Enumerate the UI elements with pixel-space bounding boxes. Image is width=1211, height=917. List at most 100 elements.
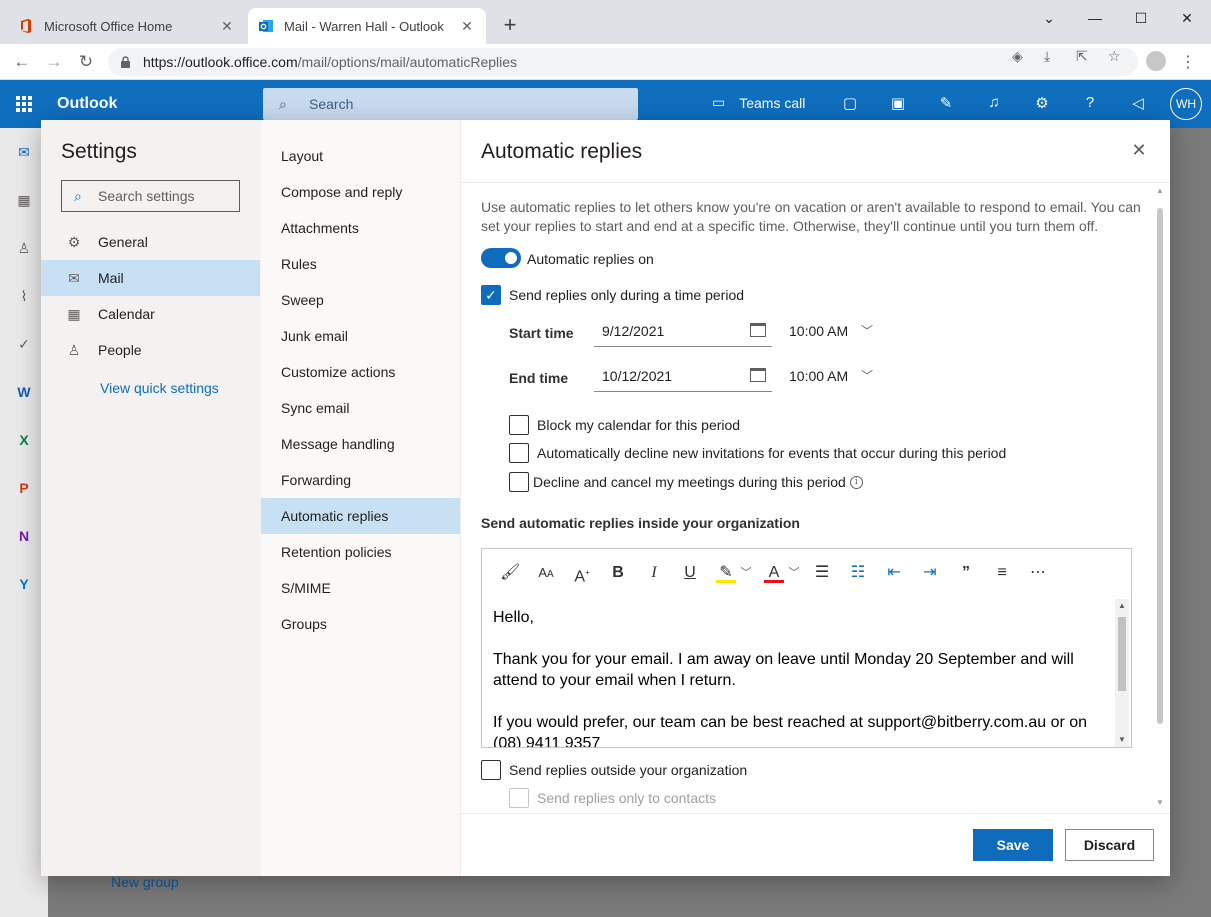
- font-color-icon[interactable]: A: [764, 563, 784, 583]
- font-size-icon[interactable]: A+: [572, 563, 592, 585]
- outlook-brand[interactable]: Outlook: [57, 95, 117, 113]
- outlook-search-box[interactable]: ⌕ Search: [263, 88, 638, 120]
- office-apps-icon[interactable]: ▣: [888, 94, 908, 114]
- settings-gear-icon[interactable]: ⚙: [1032, 94, 1052, 114]
- nav-junk-email[interactable]: Junk email: [261, 318, 460, 354]
- nav-groups[interactable]: Groups: [261, 606, 460, 642]
- app-launcher-icon[interactable]: [16, 96, 32, 112]
- nav-smime[interactable]: S/MIME: [261, 570, 460, 606]
- notifications-bell-icon[interactable]: ♫: [984, 94, 1004, 114]
- nav-message-handling[interactable]: Message handling: [261, 426, 460, 462]
- align-icon[interactable]: ≡: [992, 563, 1012, 583]
- nav-rules[interactable]: Rules: [261, 246, 460, 282]
- decline-cancel-meetings-checkbox[interactable]: [509, 472, 529, 492]
- settings-category-general[interactable]: ⚙ General: [41, 224, 260, 260]
- start-time-dropdown[interactable]: 10:00 AM ﹀: [789, 315, 879, 347]
- calendar-icon[interactable]: ▦: [14, 190, 34, 210]
- browser-menu-icon[interactable]: ⋮: [1180, 52, 1196, 72]
- mail-icon[interactable]: ✉: [14, 142, 34, 162]
- automatic-replies-toggle[interactable]: [481, 248, 521, 268]
- back-icon[interactable]: ←: [10, 50, 34, 74]
- yammer-icon[interactable]: Y: [14, 574, 34, 594]
- account-avatar[interactable]: WH: [1170, 88, 1202, 120]
- scroll-down-icon[interactable]: ▼: [1118, 735, 1126, 744]
- attachment-icon[interactable]: ⌇: [14, 286, 34, 306]
- font-icon[interactable]: AA: [536, 563, 556, 583]
- outside-org-checkbox[interactable]: [481, 760, 501, 780]
- url-field[interactable]: https://outlook.office.com/mail/options/…: [108, 48, 1138, 76]
- decrease-indent-icon[interactable]: ⇤: [884, 563, 904, 583]
- end-time-dropdown[interactable]: 10:00 AM ﹀: [789, 360, 879, 392]
- powerpoint-icon[interactable]: P: [14, 478, 34, 498]
- scrollbar-thumb[interactable]: [1157, 208, 1163, 724]
- bullets-icon[interactable]: ☰: [812, 563, 832, 583]
- info-icon[interactable]: i: [849, 476, 863, 489]
- contacts-only-checkbox[interactable]: [509, 788, 529, 808]
- view-quick-settings-link[interactable]: View quick settings: [100, 380, 219, 396]
- close-icon[interactable]: ✕: [218, 18, 236, 35]
- bookmark-star-icon[interactable]: ☆: [1108, 48, 1121, 65]
- scrollbar-thumb[interactable]: [1118, 617, 1126, 691]
- pane-scrollbar[interactable]: ▲ ▼: [1156, 186, 1165, 816]
- editor-scrollbar[interactable]: ▲ ▼: [1115, 599, 1129, 747]
- forward-icon[interactable]: →: [42, 50, 66, 74]
- nav-retention-policies[interactable]: Retention policies: [261, 534, 460, 570]
- browser-tab-outlook[interactable]: Mail - Warren Hall - Outlook ✕: [248, 8, 486, 44]
- excel-icon[interactable]: X: [14, 430, 34, 450]
- reply-message-body[interactable]: Hello, Thank you for your email. I am aw…: [493, 607, 1105, 747]
- chevron-down-icon[interactable]: ﹀: [784, 563, 804, 583]
- nav-layout[interactable]: Layout: [261, 138, 460, 174]
- search-settings-input[interactable]: ⌕ Search settings: [61, 180, 240, 212]
- onenote-icon[interactable]: N: [14, 526, 34, 546]
- teams-call-button[interactable]: ▭ Teams call: [712, 94, 805, 111]
- nav-sweep[interactable]: Sweep: [261, 282, 460, 318]
- block-calendar-checkbox[interactable]: [509, 415, 529, 435]
- nav-customize-actions[interactable]: Customize actions: [261, 354, 460, 390]
- scroll-up-icon[interactable]: ▲: [1156, 186, 1164, 195]
- nav-forwarding[interactable]: Forwarding: [261, 462, 460, 498]
- minimize-icon[interactable]: —: [1072, 4, 1118, 32]
- increase-indent-icon[interactable]: ⇥: [920, 563, 940, 583]
- italic-icon[interactable]: I: [644, 563, 664, 583]
- tab-search-chevron-icon[interactable]: ⌄: [1026, 4, 1072, 32]
- discard-button[interactable]: Discard: [1065, 829, 1154, 861]
- extension-icon[interactable]: ◈: [1012, 48, 1023, 65]
- install-app-icon[interactable]: ⤓: [1044, 48, 1050, 65]
- my-day-icon[interactable]: ✎: [936, 94, 956, 114]
- todo-check-icon[interactable]: ✓: [14, 334, 34, 354]
- settings-category-mail[interactable]: ✉ Mail: [41, 260, 260, 296]
- nav-sync-email[interactable]: Sync email: [261, 390, 460, 426]
- underline-icon[interactable]: U: [680, 563, 700, 583]
- reload-icon[interactable]: ↻: [74, 50, 98, 74]
- format-painter-icon[interactable]: 🖌: [500, 563, 520, 583]
- nav-attachments[interactable]: Attachments: [261, 210, 460, 246]
- time-period-checkbox[interactable]: ✓: [481, 285, 501, 305]
- chevron-down-icon[interactable]: ﹀: [736, 563, 756, 583]
- settings-category-people[interactable]: ♙ People: [41, 332, 260, 368]
- numbering-icon[interactable]: ☷: [848, 563, 868, 583]
- close-icon[interactable]: ✕: [1129, 140, 1149, 162]
- profile-avatar-icon[interactable]: [1146, 51, 1166, 71]
- help-icon[interactable]: ?: [1080, 94, 1100, 114]
- end-date-picker[interactable]: 10/12/2021: [594, 360, 772, 392]
- new-tab-button[interactable]: +: [498, 13, 522, 37]
- quote-icon[interactable]: ”: [956, 563, 976, 583]
- chat-icon[interactable]: ▢: [840, 94, 860, 114]
- new-group-link[interactable]: New group: [111, 874, 179, 890]
- decline-invitations-checkbox[interactable]: [509, 443, 529, 463]
- settings-category-calendar[interactable]: ▦ Calendar: [41, 296, 260, 332]
- scroll-up-icon[interactable]: ▲: [1118, 601, 1126, 610]
- browser-tab-office-home[interactable]: Microsoft Office Home ✕: [8, 8, 246, 44]
- nav-compose-and-reply[interactable]: Compose and reply: [261, 174, 460, 210]
- highlight-icon[interactable]: ✎: [716, 563, 736, 583]
- save-button[interactable]: Save: [973, 829, 1053, 861]
- people-icon[interactable]: ♙: [14, 238, 34, 258]
- maximize-icon[interactable]: ☐: [1118, 4, 1164, 32]
- start-date-picker[interactable]: 9/12/2021: [594, 315, 772, 347]
- more-options-icon[interactable]: ⋯: [1028, 563, 1048, 583]
- nav-automatic-replies[interactable]: Automatic replies: [261, 498, 460, 534]
- bold-icon[interactable]: B: [608, 563, 628, 583]
- scroll-down-icon[interactable]: ▼: [1156, 798, 1164, 807]
- close-icon[interactable]: ✕: [458, 18, 476, 35]
- feedback-megaphone-icon[interactable]: ◁: [1128, 94, 1148, 114]
